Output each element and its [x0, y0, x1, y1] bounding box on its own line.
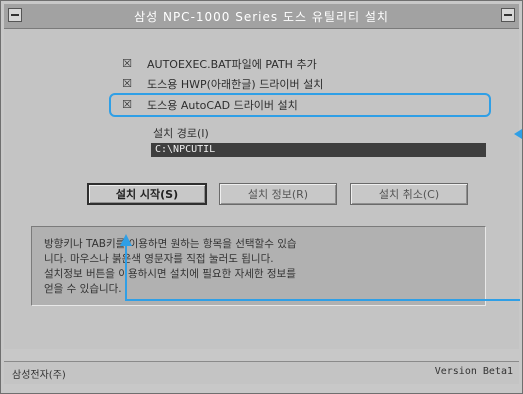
install-info-button[interactable]: 설치 정보(R): [219, 183, 337, 205]
status-bar: 삼성전자(주) Version Beta1: [4, 361, 519, 384]
option-autoexec-path[interactable]: ☒ AUTOEXEC.BAT파일에 PATH 추가: [121, 55, 317, 73]
window-title: 삼성 NPC-1000 Series 도스 유틸리티 설치: [134, 10, 389, 24]
title-bar: 삼성 NPC-1000 Series 도스 유틸리티 설치: [4, 4, 519, 29]
install-path-input[interactable]: C:\NPCUTIL: [151, 143, 486, 157]
installer-window: 삼성 NPC-1000 Series 도스 유틸리티 설치 ☒ AUTOEXEC…: [0, 0, 523, 394]
option-hwp-driver[interactable]: ☒ 도스용 HWP(아래한글) 드라이버 설치: [121, 75, 323, 93]
company-name: 삼성전자(주): [12, 370, 66, 381]
start-install-button[interactable]: 설치 시작(S): [87, 183, 207, 205]
help-text-box: 방향키나 TAB키를 이용하면 원하는 항목을 선택할수 있습 니다. 마우스나…: [31, 226, 486, 306]
option-label: 도스용 HWP(아래한글) 드라이버 설치: [147, 78, 324, 91]
install-path-label: 설치 경로(I): [153, 127, 209, 140]
autocad-option-highlight: [109, 93, 491, 117]
minimize-icon[interactable]: [501, 8, 515, 22]
option-label: AUTOEXEC.BAT파일에 PATH 추가: [147, 58, 317, 71]
checkbox-checked-icon[interactable]: ☒: [121, 58, 133, 70]
checkbox-checked-icon[interactable]: ☒: [121, 78, 133, 90]
cancel-install-button[interactable]: 설치 취소(C): [350, 183, 468, 205]
version-label: Version Beta1: [434, 366, 513, 377]
